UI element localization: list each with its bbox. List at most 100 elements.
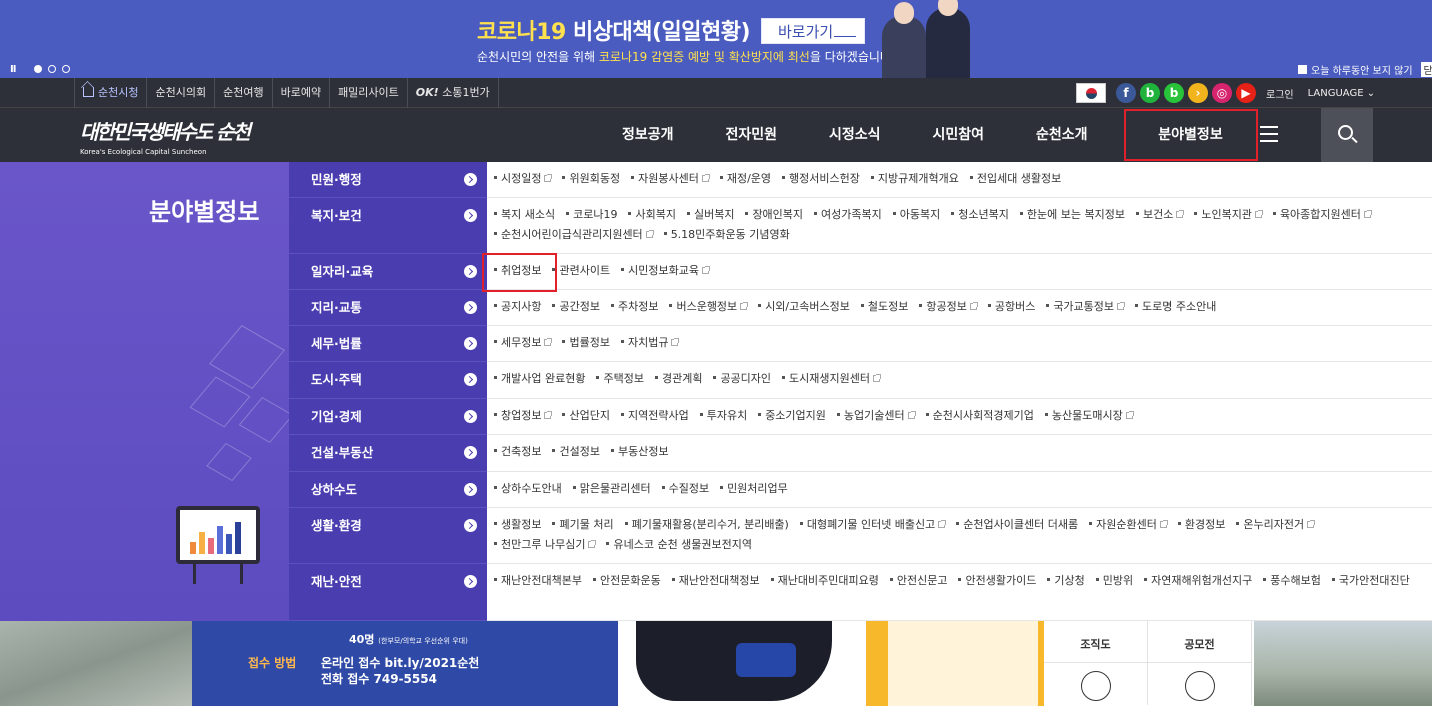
menu-link[interactable]: 중소기업지원 bbox=[758, 408, 826, 423]
menu-link[interactable]: 공간정보 bbox=[552, 299, 599, 314]
menu-link[interactable]: 자원순환센터 bbox=[1089, 517, 1168, 532]
category-item[interactable]: 도시·주택 bbox=[289, 362, 487, 399]
util-link-council[interactable]: 순천시의회 bbox=[146, 78, 214, 108]
menu-link[interactable]: 공공디자인 bbox=[713, 371, 771, 386]
menu-link[interactable]: 실버복지 bbox=[687, 207, 734, 222]
menu-link[interactable]: 세무정보 bbox=[494, 335, 553, 350]
menu-link[interactable]: 국가안전대진단 bbox=[1332, 573, 1410, 588]
pager-dot[interactable] bbox=[62, 65, 70, 73]
instagram-icon[interactable]: ◎ bbox=[1212, 83, 1232, 103]
menu-link[interactable]: 지역전략사업 bbox=[621, 408, 689, 423]
menu-link[interactable]: 행정서비스헌장 bbox=[782, 171, 860, 186]
menu-link[interactable]: 5.18민주화운동 기념영화 bbox=[664, 227, 790, 242]
no-show-today[interactable]: 오늘 하루동안 보지 않기 닫기 bbox=[1298, 62, 1432, 77]
menu-link[interactable]: 복지 새소식 bbox=[494, 207, 555, 222]
menu-link[interactable]: 버스운행정보 bbox=[669, 299, 749, 314]
menu-link[interactable]: 풍수해보험 bbox=[1263, 573, 1321, 588]
menu-link[interactable]: 투자유치 bbox=[700, 408, 747, 423]
quick-org-chart[interactable]: 조직도 bbox=[1044, 621, 1148, 663]
menu-link[interactable]: 천만그루 나무심기 bbox=[494, 537, 597, 552]
notice-image[interactable] bbox=[866, 621, 1044, 706]
banner-go-button[interactable]: 바로가기 bbox=[761, 18, 865, 44]
blog-icon[interactable]: b bbox=[1140, 83, 1160, 103]
quick-contest[interactable]: 공모전 bbox=[1148, 621, 1252, 663]
menu-link[interactable]: 자연재해위험개선지구 bbox=[1144, 573, 1252, 588]
util-link-travel[interactable]: 순천여행 bbox=[214, 78, 271, 108]
category-item[interactable]: 상하수도 bbox=[289, 472, 487, 508]
util-link-reservation[interactable]: 바로예약 bbox=[271, 78, 329, 108]
menu-link[interactable]: 도로명 주소안내 bbox=[1135, 299, 1216, 314]
util-link-cityhall[interactable]: 순천시청 bbox=[74, 78, 146, 108]
category-item[interactable]: 일자리·교육 bbox=[289, 254, 487, 290]
menu-link[interactable]: 사회복지 bbox=[628, 207, 675, 222]
menu-link[interactable]: 산업단지 bbox=[562, 408, 609, 423]
menu-link[interactable]: 지방규제개혁개요 bbox=[871, 171, 959, 186]
menu-link[interactable]: 여성가족복지 bbox=[814, 207, 882, 222]
nav-info-disclosure[interactable]: 정보공개 bbox=[596, 108, 700, 162]
menu-link[interactable]: 시민정보화교육 bbox=[621, 263, 710, 278]
quick-item[interactable] bbox=[1148, 663, 1252, 705]
menu-link[interactable]: 주택정보 bbox=[596, 371, 643, 386]
menu-link[interactable]: 안전문화운동 bbox=[593, 573, 661, 588]
menu-link[interactable]: 부동산정보 bbox=[611, 444, 669, 459]
nav-city-news[interactable]: 시정소식 bbox=[803, 108, 907, 162]
menu-link[interactable]: 건설정보 bbox=[552, 444, 599, 459]
menu-link[interactable]: 재난안전대책정보 bbox=[672, 573, 760, 588]
menu-link[interactable]: 기상청 bbox=[1047, 573, 1084, 588]
category-item[interactable]: 세무·법률 bbox=[289, 326, 487, 362]
pager-dot[interactable] bbox=[34, 65, 42, 73]
band-icon[interactable]: b bbox=[1164, 83, 1184, 103]
menu-link[interactable]: 코로나19 bbox=[566, 207, 617, 222]
menu-link[interactable]: 위원회동정 bbox=[562, 171, 620, 186]
search-button[interactable] bbox=[1321, 108, 1373, 162]
menu-link[interactable]: 대형폐기물 인터넷 배출신고 bbox=[800, 517, 947, 532]
menu-link[interactable]: 주차정보 bbox=[611, 299, 658, 314]
util-link-family-site[interactable]: 패밀리사이트 bbox=[329, 78, 407, 108]
menu-link[interactable]: 농업기술센터 bbox=[837, 408, 916, 423]
pager-dot[interactable] bbox=[48, 65, 56, 73]
facebook-icon[interactable]: f bbox=[1116, 83, 1136, 103]
menu-link[interactable]: 폐기물재활용(분리수거, 분리배출) bbox=[625, 517, 789, 532]
menu-link[interactable]: 장애인복지 bbox=[745, 207, 803, 222]
menu-link[interactable]: 환경정보 bbox=[1178, 517, 1225, 532]
menu-link[interactable]: 농산물도매시장 bbox=[1045, 408, 1134, 423]
category-item[interactable]: 건설·부동산 bbox=[289, 435, 487, 472]
menu-link[interactable]: 재정/운영 bbox=[720, 171, 771, 186]
menu-link[interactable]: 재난대비주민대피요령 bbox=[771, 573, 879, 588]
util-link-ok-communication[interactable]: OK! 소통1번가 bbox=[406, 78, 499, 108]
login-link[interactable]: 로그인 bbox=[1266, 86, 1294, 101]
menu-link[interactable]: 창업정보 bbox=[494, 408, 553, 423]
category-item[interactable]: 생활·환경 bbox=[289, 508, 487, 564]
category-item[interactable]: 복지·보건 bbox=[289, 198, 487, 254]
menu-link[interactable]: 온누리자전거 bbox=[1236, 517, 1316, 532]
menu-link[interactable]: 폐기물 처리 bbox=[552, 517, 613, 532]
menu-link[interactable]: 상하수도안내 bbox=[494, 481, 562, 496]
menu-link[interactable]: 공항버스 bbox=[988, 299, 1035, 314]
menu-link[interactable]: 자치법규 bbox=[621, 335, 680, 350]
menu-link[interactable]: 시외/고속버스정보 bbox=[758, 299, 850, 314]
menu-link[interactable]: 청소년복지 bbox=[951, 207, 1009, 222]
menu-link[interactable]: 아동복지 bbox=[893, 207, 940, 222]
banner-close-button[interactable]: 닫기 bbox=[1420, 62, 1432, 77]
category-item[interactable]: 민원·행정 bbox=[289, 162, 487, 198]
menu-link[interactable]: 공지사항 bbox=[494, 299, 541, 314]
pause-icon[interactable]: II bbox=[10, 64, 17, 75]
menu-link[interactable]: 민원처리업무 bbox=[720, 481, 788, 496]
menu-link[interactable]: 맑은물관리센터 bbox=[573, 481, 651, 496]
quick-item[interactable] bbox=[1044, 663, 1148, 705]
menu-icon[interactable] bbox=[1260, 126, 1278, 142]
menu-link[interactable]: 민방위 bbox=[1096, 573, 1133, 588]
menu-link[interactable]: 국가교통정보 bbox=[1046, 299, 1126, 314]
menu-link[interactable]: 순천시어린이급식관리지원센터 bbox=[494, 227, 654, 242]
menu-link[interactable]: 유네스코 순천 생물권보전지역 bbox=[606, 537, 752, 552]
nav-e-civil[interactable]: 전자민원 bbox=[700, 108, 804, 162]
menu-link[interactable]: 순천시사회적경제기업 bbox=[926, 408, 1034, 423]
menu-link[interactable]: 안전신문고 bbox=[890, 573, 948, 588]
category-item[interactable]: 재난·안전 bbox=[289, 564, 487, 621]
map-image[interactable] bbox=[636, 621, 832, 701]
menu-link[interactable]: 건축정보 bbox=[494, 444, 541, 459]
menu-link[interactable]: 개발사업 완료현황 bbox=[494, 371, 585, 386]
menu-link[interactable]: 항공정보 bbox=[919, 299, 978, 314]
nav-participation[interactable]: 시민참여 bbox=[907, 108, 1011, 162]
menu-link[interactable]: 전입세대 생활정보 bbox=[970, 171, 1061, 186]
